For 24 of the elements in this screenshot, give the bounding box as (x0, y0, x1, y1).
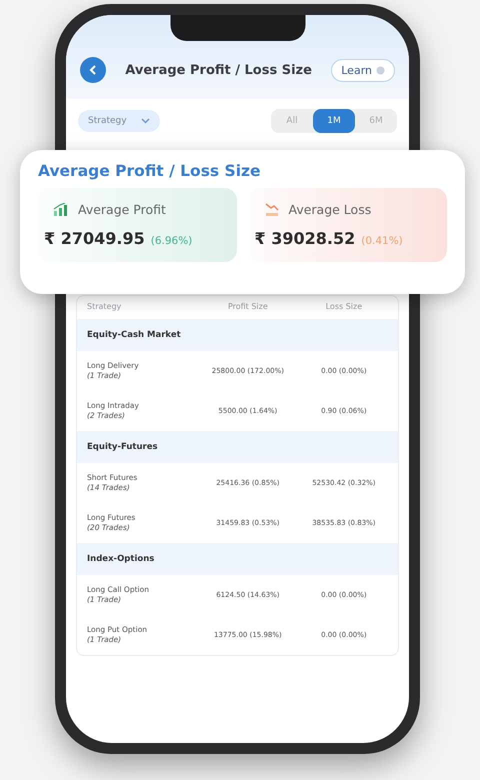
period-tab[interactable]: 1M (313, 109, 355, 133)
change-percent: (6.96%) (150, 235, 192, 247)
back-button[interactable] (80, 57, 106, 83)
learn-button[interactable]: Learn (331, 58, 395, 82)
card-title: Average Profit / Loss Size (38, 162, 262, 180)
group-header-row: Index-Options (77, 543, 398, 575)
group-header-row: Equity-Cash Market (77, 319, 398, 351)
column-header: Profit Size (226, 302, 269, 311)
bar-chart-up-icon (54, 203, 68, 216)
chart-down-icon (264, 203, 278, 216)
chevron-down-icon (140, 118, 150, 124)
chevron-left-icon (89, 65, 97, 75)
tile-label: Average Loss (288, 202, 372, 217)
tile-label: Average Profit (78, 202, 166, 217)
amount-value: ₹ 27049.95 (44, 229, 145, 248)
change-percent: (0.41%) (361, 235, 403, 247)
column-header: Loss Size (324, 302, 364, 311)
period-tab[interactable]: 6M (355, 109, 397, 133)
strategy-dropdown[interactable]: Strategy (78, 110, 160, 132)
period-tab[interactable]: All (271, 109, 313, 133)
amount-value: ₹ 39028.52 (254, 229, 356, 248)
group-header-row: Equity-Futures (77, 431, 398, 463)
screen-title: Average Profit / Loss Size (124, 62, 313, 78)
column-header: Strategy (87, 302, 122, 311)
